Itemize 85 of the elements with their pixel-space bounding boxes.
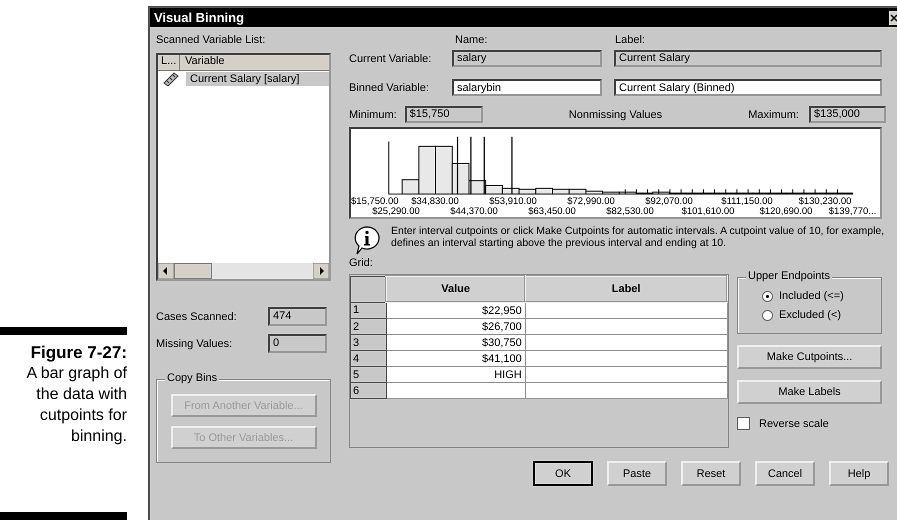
dialog-button[interactable]: Help bbox=[829, 461, 889, 486]
column-header[interactable]: Variable bbox=[180, 55, 225, 70]
row-header: 5 bbox=[350, 366, 386, 382]
cutpoint-line[interactable] bbox=[511, 136, 513, 194]
table-cell[interactable]: $41,100 bbox=[386, 350, 526, 366]
table-cell[interactable] bbox=[525, 334, 727, 350]
action-button[interactable]: Make Cutpoints... bbox=[737, 345, 882, 369]
cases-scanned-label: Cases Scanned: bbox=[156, 310, 238, 322]
table-cell[interactable]: $22,950 bbox=[386, 302, 526, 318]
dialog-button[interactable]: OK bbox=[533, 461, 593, 486]
table-cell[interactable] bbox=[525, 318, 727, 334]
axis-tick-label: $139,770... bbox=[828, 207, 878, 217]
grid-label: Grid: bbox=[349, 257, 373, 269]
name-header: Name: bbox=[455, 34, 488, 46]
axis-tick-label: $25,290.00 bbox=[371, 207, 421, 217]
cases-scanned-field: 474 bbox=[268, 307, 327, 326]
column-header[interactable]: Label bbox=[525, 276, 727, 302]
axis-tick-label: $82,530.00 bbox=[605, 207, 655, 217]
missing-values-field: 0 bbox=[268, 334, 327, 353]
minimum-field: $15,750 bbox=[404, 106, 483, 123]
cutpoint-line[interactable] bbox=[470, 136, 472, 194]
column-header[interactable]: L... bbox=[158, 55, 180, 70]
group-title: Copy Bins bbox=[165, 372, 220, 384]
missing-values-label: Missing Values: bbox=[156, 338, 234, 350]
dialog-button[interactable]: Paste bbox=[607, 461, 667, 486]
axis-tick-label: $15,750.00 bbox=[351, 197, 396, 207]
row-header: 3 bbox=[350, 334, 386, 350]
table-cell[interactable] bbox=[525, 350, 727, 366]
axis-tick-label: $63,450.00 bbox=[527, 207, 577, 217]
cutpoint-line[interactable] bbox=[456, 136, 458, 194]
table-cell[interactable] bbox=[525, 366, 727, 382]
table-cell[interactable] bbox=[525, 302, 727, 318]
current-name-field: salary bbox=[452, 50, 602, 67]
radio-button[interactable] bbox=[762, 290, 773, 302]
row-header: 1 bbox=[350, 302, 386, 318]
label-header: Label: bbox=[615, 34, 645, 46]
dialog-button[interactable]: Cancel bbox=[755, 461, 815, 486]
table-cell[interactable]: $30,750 bbox=[386, 334, 526, 350]
minimum-label: Minimum: bbox=[349, 108, 397, 120]
axis-tick-label: $101,610.00 bbox=[680, 207, 736, 217]
axis-tick-label: $72,990.00 bbox=[566, 197, 616, 207]
table-cell[interactable] bbox=[525, 382, 727, 398]
axis-tick-label: $120,690.00 bbox=[758, 207, 814, 217]
window-title: Visual Binning bbox=[154, 10, 244, 25]
info-icon bbox=[353, 225, 381, 255]
table-cell[interactable]: HIGH bbox=[386, 366, 526, 382]
current-variable-label: Current Variable: bbox=[349, 52, 432, 64]
info-text: Enter interval cutpoints or click Make Cutpoints for automatic intervals. A cutpoint value of 10, for example, defines an interval starting above the previous interval and ending at 10. bbox=[391, 225, 886, 251]
dialog-button[interactable]: Reset bbox=[681, 461, 741, 486]
scroll-left-icon[interactable] bbox=[158, 263, 174, 279]
table-cell[interactable]: $26,700 bbox=[386, 318, 526, 334]
column-header[interactable]: Value bbox=[386, 276, 526, 302]
axis-tick-label: $111,150.00 bbox=[720, 197, 774, 207]
checkbox-label[interactable]: Reverse scale bbox=[759, 418, 829, 430]
maximum-field: $135,000 bbox=[809, 106, 886, 123]
axis-tick-label: $92,070.00 bbox=[644, 197, 694, 207]
group-title: Upper Endpoints bbox=[746, 270, 832, 282]
close-icon[interactable] bbox=[889, 10, 897, 24]
radio-button[interactable] bbox=[762, 310, 773, 320]
current-label-field: Current Salary bbox=[614, 50, 882, 67]
histogram-bar bbox=[485, 184, 503, 195]
binned-label-field[interactable]: Current Salary (Binned) bbox=[614, 79, 882, 96]
row-header: 4 bbox=[350, 350, 386, 366]
row-header: 2 bbox=[350, 318, 386, 334]
axis-tick-label: $130,230.00 bbox=[798, 197, 852, 207]
axis-tick-label: $53,910.00 bbox=[488, 197, 538, 207]
binned-name-field[interactable]: salarybin bbox=[452, 79, 602, 96]
ruler-icon bbox=[162, 72, 180, 86]
nonmissing-values-label: Nonmissing Values bbox=[568, 108, 664, 120]
binned-variable-label: Binned Variable: bbox=[349, 82, 430, 94]
table-cell[interactable] bbox=[386, 382, 526, 398]
corner-cell bbox=[350, 276, 386, 302]
figure-caption: A bar graph of the data with cutpoints for binning. bbox=[25, 364, 127, 447]
checkbox[interactable] bbox=[737, 417, 750, 430]
axis-tick-label: $44,370.00 bbox=[449, 207, 499, 217]
scanned-list-label: Scanned Variable List: bbox=[156, 34, 266, 48]
maximum-label: Maximum: bbox=[748, 108, 799, 120]
radio-label[interactable]: Excluded (<) bbox=[779, 309, 842, 321]
figure-label: Figure 7-27: bbox=[30, 343, 127, 363]
list-item[interactable]: Current Salary [salary] bbox=[186, 72, 329, 86]
action-button[interactable]: Make Labels bbox=[737, 380, 882, 404]
horizontal-scrollbar[interactable] bbox=[158, 263, 329, 279]
scroll-right-icon[interactable] bbox=[313, 263, 329, 279]
row-header: 6 bbox=[350, 382, 386, 398]
radio-label[interactable]: Included (<=) bbox=[779, 290, 844, 302]
